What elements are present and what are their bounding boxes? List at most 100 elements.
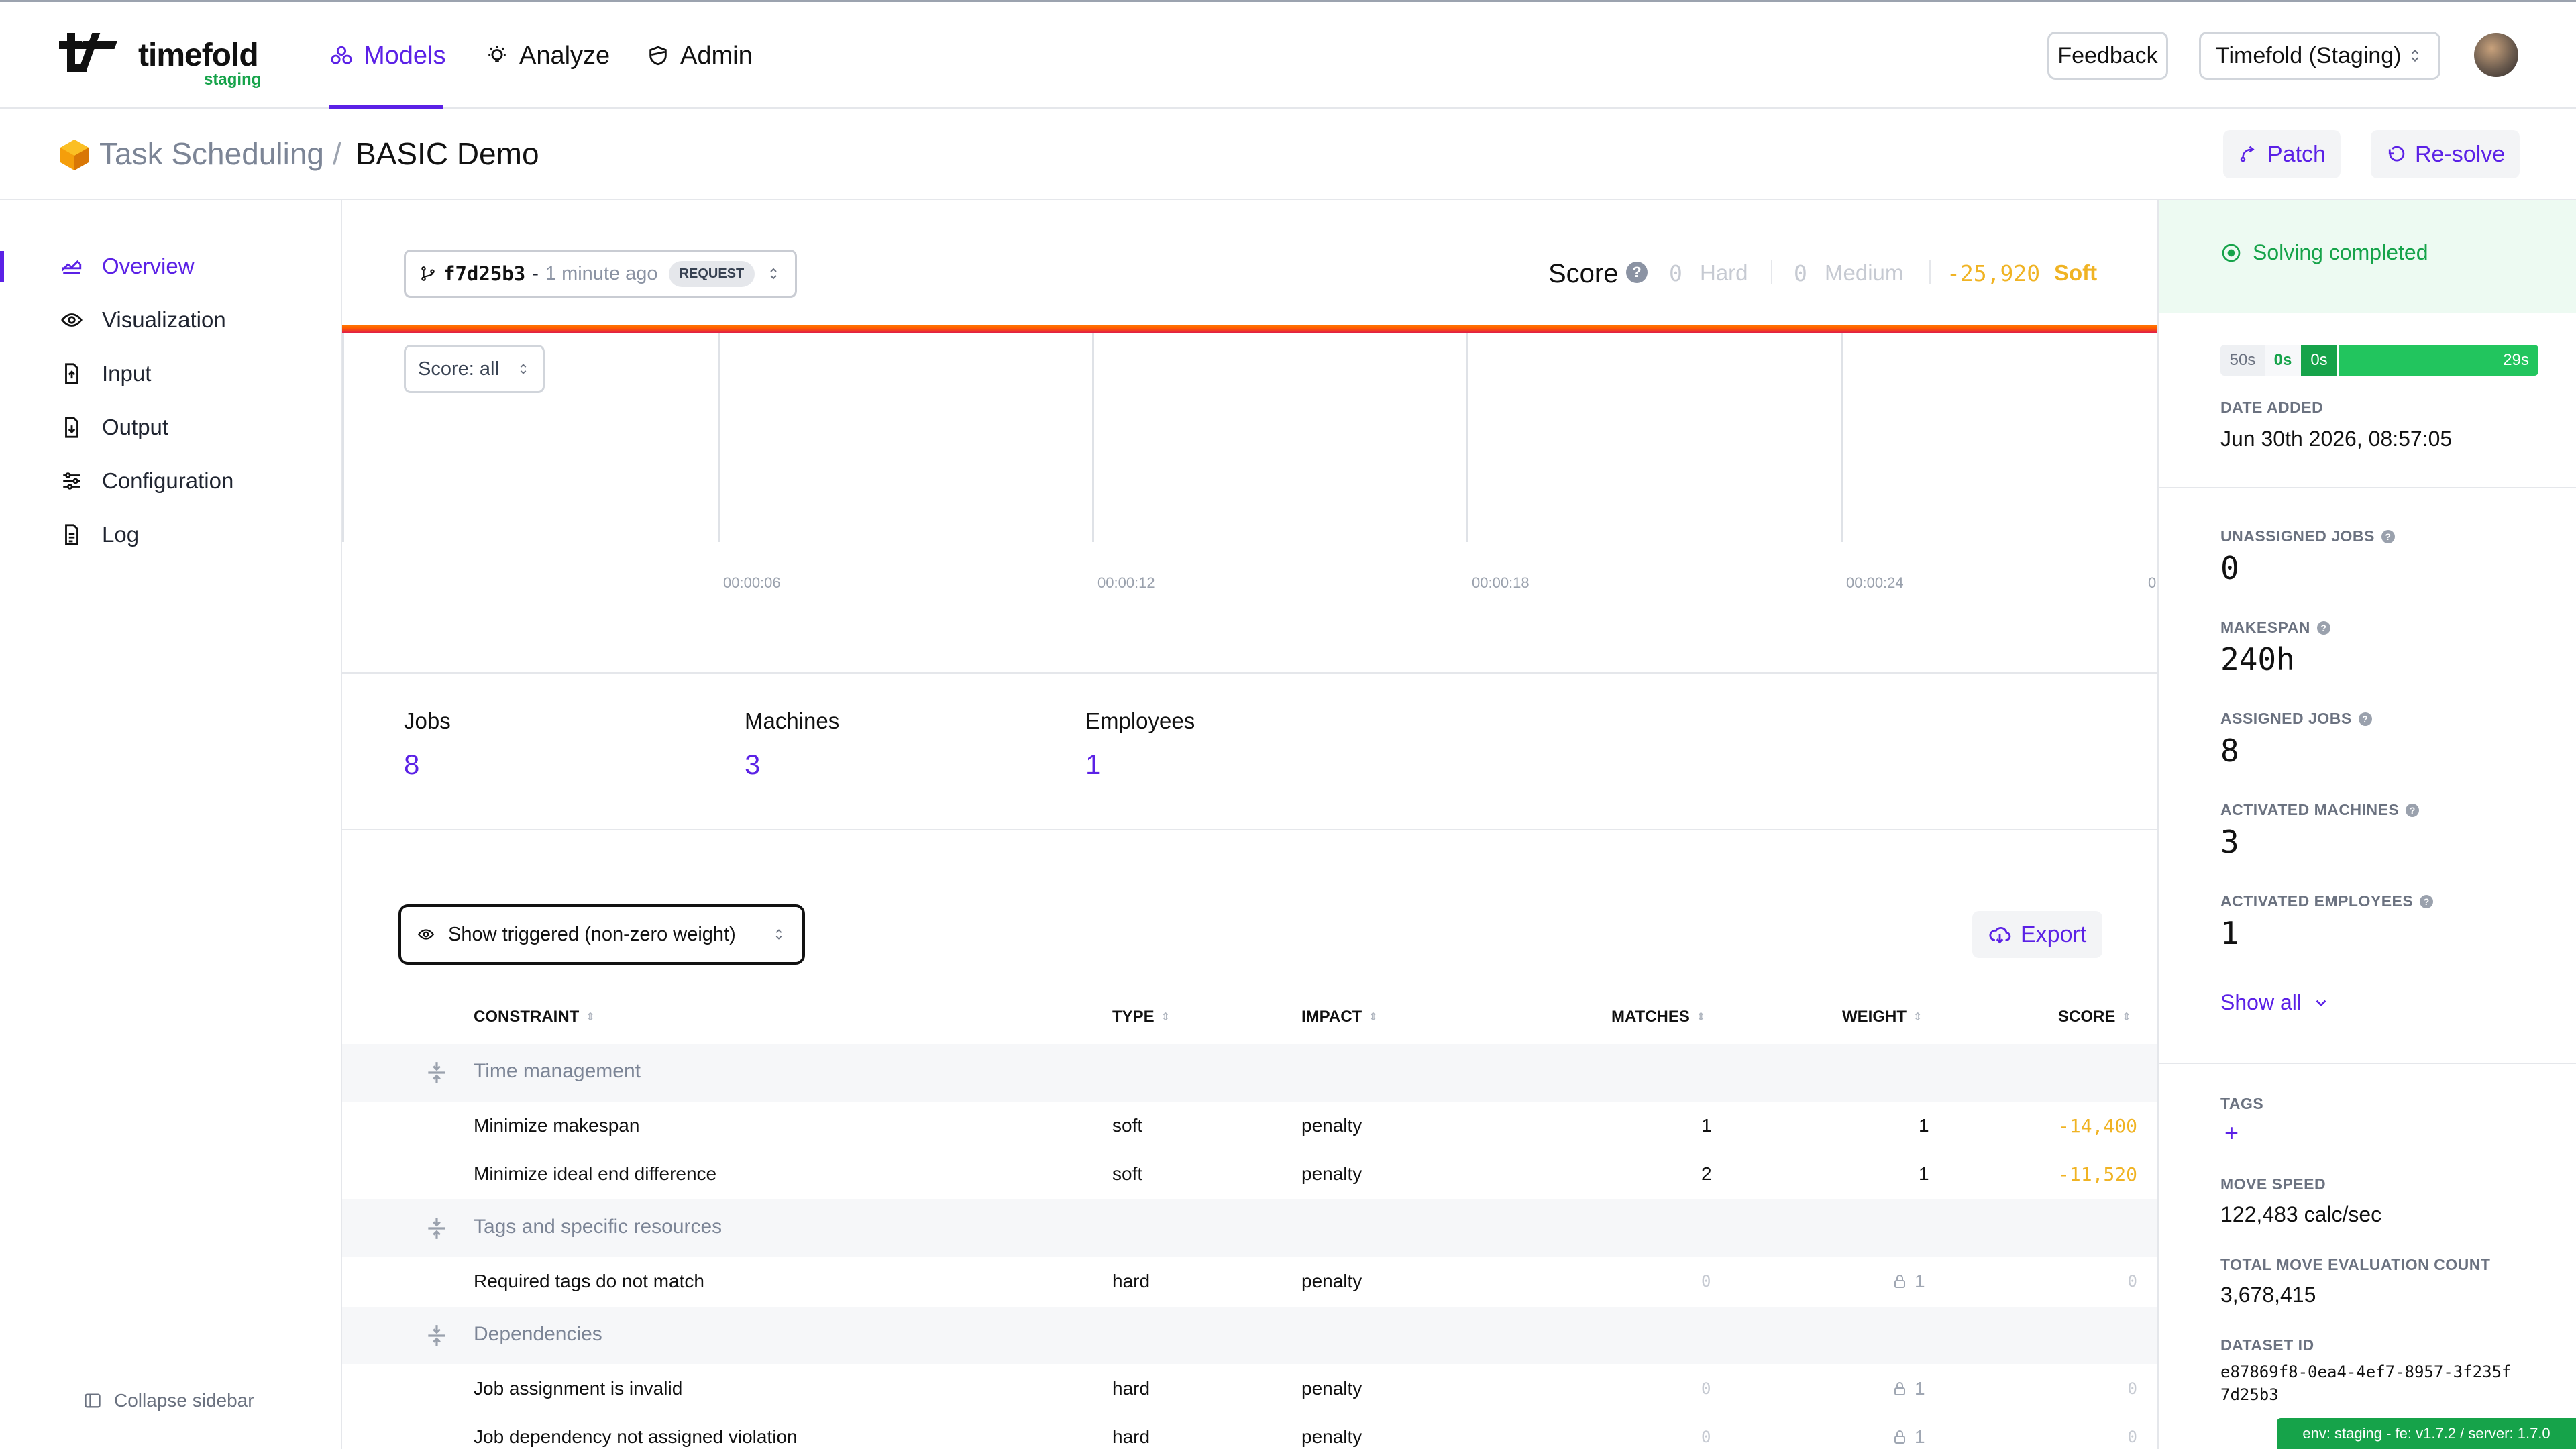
cell-matches: 0: [1701, 1272, 1711, 1291]
brand-env-label: staging: [204, 70, 262, 89]
table-row[interactable]: Job dependency not assigned violation ha…: [342, 1413, 2157, 1449]
show-all-label: Show all: [2220, 990, 2302, 1014]
nav-admin[interactable]: Admin: [647, 40, 753, 72]
patch-button[interactable]: Patch: [2223, 130, 2341, 178]
collapse-arrows-icon: [424, 1323, 449, 1348]
sort-icon: ⇕: [1696, 1012, 1706, 1023]
score-filter-select[interactable]: Score: all: [404, 345, 545, 393]
help-icon[interactable]: ?: [2406, 803, 2420, 817]
column-header-impact[interactable]: IMPACT ⇕: [1301, 1008, 1378, 1026]
cell-matches: 0: [1701, 1428, 1711, 1446]
check-circle-icon: [2220, 242, 2242, 264]
kpi-label-text: MAKESPAN: [2220, 619, 2310, 636]
constraint-filter-select[interactable]: Show triggered (non-zero weight): [398, 904, 805, 965]
help-icon[interactable]: ?: [2358, 712, 2372, 726]
models-icon: [330, 44, 353, 67]
cell-impact: penalty: [1301, 1115, 1362, 1136]
sidebar-item-input[interactable]: Input: [60, 357, 151, 390]
constraint-group-row[interactable]: Time management: [342, 1044, 2157, 1102]
kpi-value: 0: [2220, 550, 2239, 586]
version-select[interactable]: f7d25b3 - 1 minute ago REQUEST: [404, 250, 797, 298]
cell-matches[interactable]: 2: [1701, 1163, 1712, 1185]
show-all-button[interactable]: Show all: [2220, 990, 2330, 1015]
main-content: f7d25b3 - 1 minute ago REQUEST Score ? 0…: [342, 200, 2157, 1449]
help-icon[interactable]: ?: [2420, 894, 2434, 908]
sidebar: Overview Visualization Input Output Conf…: [0, 200, 342, 1449]
stat-value[interactable]: 8: [404, 749, 451, 781]
dataset-id-value: e87869f8-0ea4-4ef7-8957-3f235f7d25b3: [2220, 1362, 2512, 1404]
chart-tick-label: 00:00:06: [723, 574, 781, 591]
cell-type: hard: [1112, 1426, 1150, 1447]
eye-icon: [417, 926, 435, 943]
shield-icon: [647, 44, 669, 67]
constraint-group-row[interactable]: Tags and specific resources: [342, 1199, 2157, 1257]
stat-label: Machines: [745, 708, 840, 733]
stat-machines: Machines 3: [745, 708, 839, 781]
table-row[interactable]: Job assignment is invalid hard penalty 0…: [342, 1364, 2157, 1413]
kpi-label-text: ACTIVATED EMPLOYEES: [2220, 892, 2414, 910]
column-header-constraint[interactable]: CONSTRAINT ⇕: [474, 1008, 595, 1026]
cell-constraint: Job dependency not assigned violation: [474, 1426, 798, 1447]
help-icon[interactable]: ?: [2316, 621, 2330, 635]
version-dash: -: [532, 262, 539, 284]
score-soft-value: -25,920: [1947, 260, 2041, 286]
feedback-button[interactable]: Feedback: [2047, 32, 2168, 80]
column-header-matches[interactable]: MATCHES ⇕: [1611, 1008, 1705, 1026]
sidebar-item-log[interactable]: Log: [60, 518, 139, 551]
run-details-panel: Solving completed 50s 0s 0s 29s DATE ADD…: [2157, 200, 2576, 1449]
lightbulb-icon: [486, 44, 508, 67]
collapse-sidebar-button[interactable]: Collapse sidebar: [83, 1390, 254, 1411]
timeline-segment: 0s: [2301, 345, 2337, 376]
sidebar-item-overview[interactable]: Overview: [60, 250, 195, 283]
table-row[interactable]: Minimize ideal end difference soft penal…: [342, 1150, 2157, 1198]
column-header-type[interactable]: TYPE ⇕: [1112, 1008, 1170, 1026]
sidebar-item-output[interactable]: Output: [60, 411, 168, 444]
cell-weight: 1: [1919, 1163, 1929, 1184]
stat-value[interactable]: 3: [745, 749, 839, 781]
help-icon[interactable]: ?: [1626, 262, 1648, 283]
chevron-down-icon: [2312, 994, 2330, 1012]
solver-status: Solving completed: [2220, 240, 2428, 265]
table-row[interactable]: Required tags do not match hard penalty …: [342, 1257, 2157, 1305]
nav-analyze[interactable]: Analyze: [486, 40, 610, 72]
timefold-logo-icon[interactable]: [59, 32, 123, 80]
resolve-button[interactable]: Re-solve: [2371, 130, 2520, 178]
cell-weight: 1: [1892, 1271, 1925, 1292]
cell-type: soft: [1112, 1115, 1143, 1136]
constraint-group-row[interactable]: Dependencies: [342, 1307, 2157, 1364]
section-divider: [2159, 1063, 2576, 1064]
file-download-icon: [60, 416, 83, 439]
collapse-arrows-icon: [424, 1216, 449, 1241]
export-button[interactable]: Export: [1972, 911, 2103, 958]
user-avatar[interactable]: [2474, 33, 2518, 77]
cell-weight: 1: [1919, 1115, 1929, 1136]
weight-value: 1: [1915, 1378, 1925, 1399]
date-added-label: DATE ADDED: [2220, 398, 2324, 416]
nav-models[interactable]: Models: [330, 40, 446, 72]
add-tag-button[interactable]: +: [2224, 1119, 2239, 1147]
solver-status-label: Solving completed: [2253, 240, 2428, 264]
table-row[interactable]: Minimize makespan soft penalty 1 1 -14,4…: [342, 1102, 2157, 1150]
score-progress-strip: [342, 325, 2157, 333]
column-header-weight[interactable]: WEIGHT ⇕: [1842, 1008, 1922, 1026]
refresh-icon: [2385, 144, 2406, 164]
cell-matches: 0: [1701, 1379, 1711, 1398]
stat-value[interactable]: 1: [1085, 749, 1195, 781]
sidebar-item-label: Overview: [102, 254, 195, 278]
breadcrumb-parent[interactable]: Task Scheduling: [99, 136, 324, 172]
sidebar-toggle-icon: [83, 1391, 102, 1410]
help-icon[interactable]: ?: [2381, 529, 2395, 543]
chart-tick-label: 00:00:18: [1472, 574, 1529, 591]
sidebar-item-visualization[interactable]: Visualization: [60, 303, 226, 337]
column-label: MATCHES: [1611, 1008, 1690, 1026]
kpi-label-text: ACTIVATED MACHINES: [2220, 801, 2400, 818]
cell-weight: 1: [1892, 1426, 1925, 1448]
organization-select[interactable]: Timefold (Staging): [2199, 32, 2440, 80]
score-divider: [1771, 260, 1772, 284]
sliders-icon: [60, 470, 83, 492]
group-name: Dependencies: [474, 1323, 602, 1345]
sidebar-item-label: Output: [102, 415, 169, 439]
sidebar-item-configuration[interactable]: Configuration: [60, 464, 233, 498]
column-header-score[interactable]: SCORE ⇕: [2058, 1008, 2131, 1026]
cell-matches[interactable]: 1: [1701, 1115, 1712, 1136]
